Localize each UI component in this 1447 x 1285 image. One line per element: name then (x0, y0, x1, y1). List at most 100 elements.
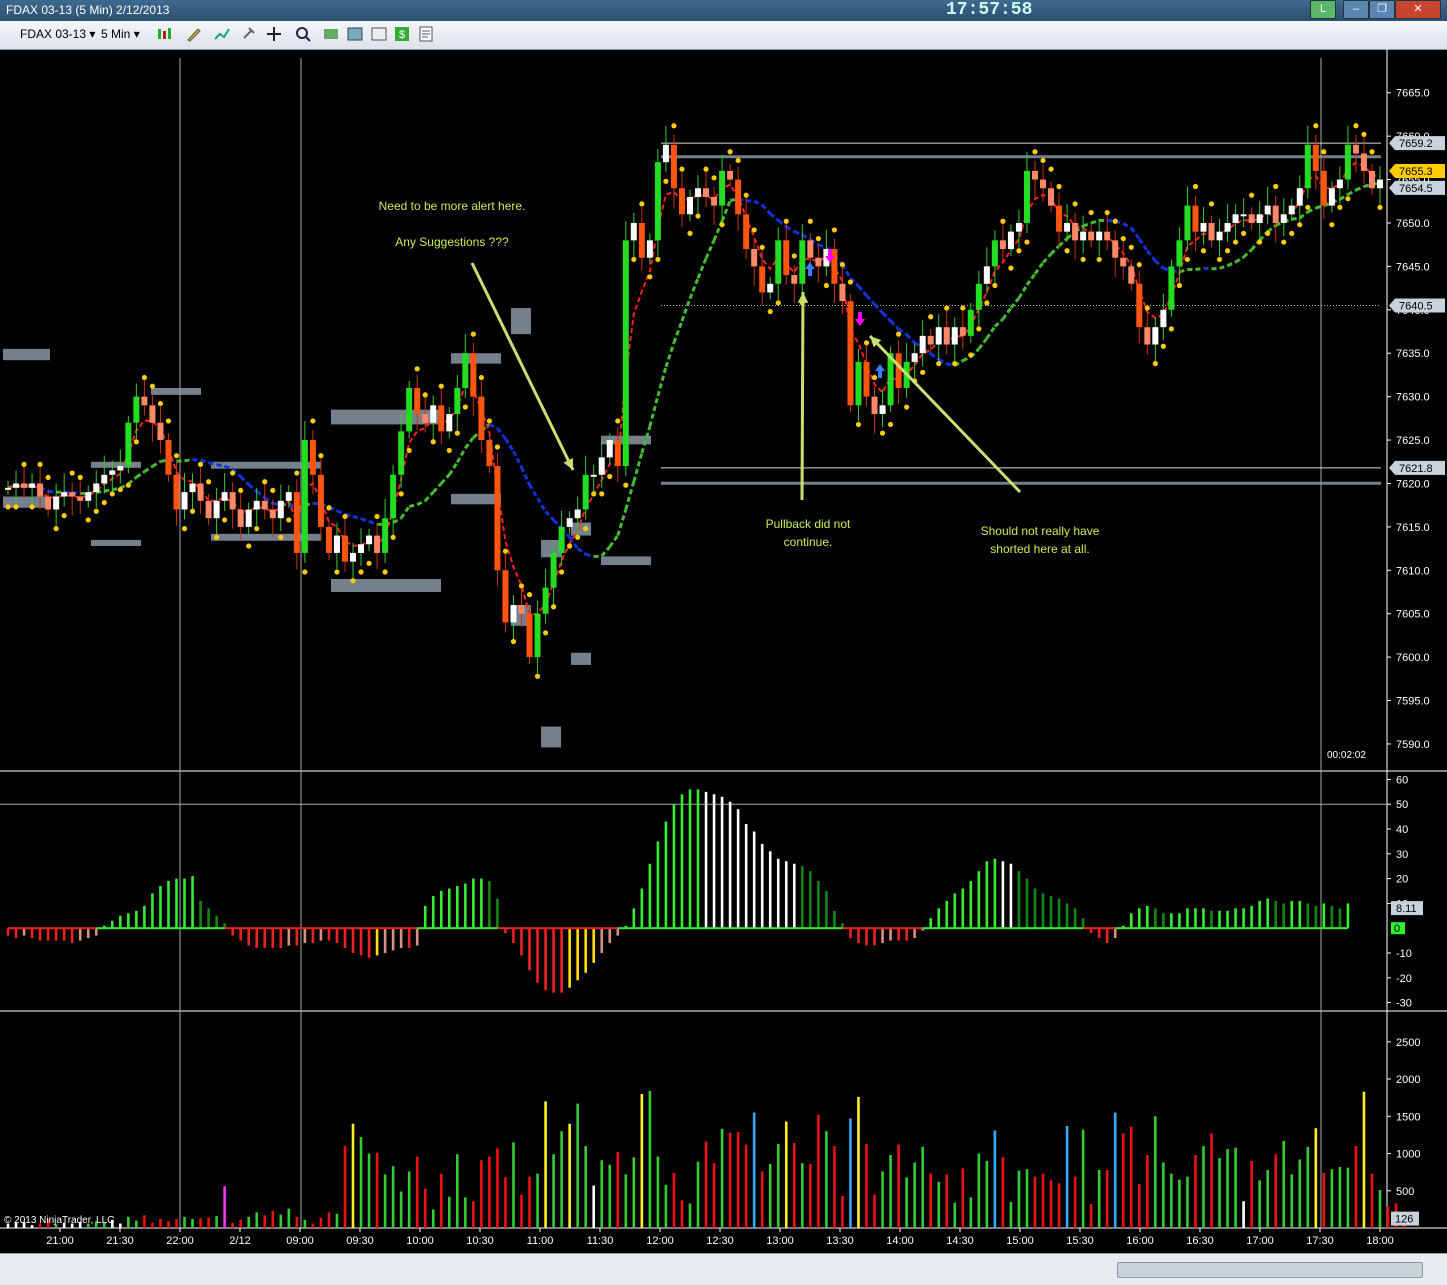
momentum-bar (1130, 913, 1133, 928)
volume-bar (729, 1133, 732, 1228)
signal-arrow-icon (855, 312, 865, 326)
slow-ma-segment (578, 549, 586, 555)
volume-bar (1146, 1155, 1149, 1228)
sr-zone (3, 349, 50, 360)
strategy-icon[interactable] (323, 26, 339, 42)
momentum-tick-label: 30 (1396, 849, 1408, 861)
momentum-bar (1002, 861, 1005, 928)
draw-tool-icon[interactable] (186, 26, 202, 42)
momentum-bar (608, 928, 611, 943)
zoom-icon[interactable] (295, 26, 311, 42)
properties-icon[interactable] (347, 26, 363, 42)
time-tick-label: 16:30 (1186, 1235, 1214, 1247)
volume-bar (1266, 1170, 1269, 1228)
candle-body (302, 440, 308, 553)
close-button[interactable]: ✕ (1395, 0, 1441, 19)
candle-body (855, 362, 861, 405)
momentum-bar (689, 789, 692, 928)
candle-body (133, 397, 139, 423)
volume-bar (1339, 1167, 1342, 1228)
horizontal-scrollbar[interactable] (0, 1253, 1447, 1285)
momentum-bar (7, 928, 10, 935)
interval-selector[interactable]: 5 Min ▾ (101, 27, 140, 41)
price-tick-label: 7630.0 (1396, 392, 1430, 404)
volume-bar (432, 1209, 435, 1228)
volume-bar (520, 1194, 523, 1228)
volume-bar (207, 1218, 210, 1228)
crosshair-icon[interactable] (266, 26, 282, 42)
volume-bar (873, 1194, 876, 1228)
momentum-bar (448, 889, 451, 929)
chart-canvas[interactable]: 7590.07595.07600.07605.07610.07615.07620… (0, 49, 1447, 1253)
chart-toolbar: FDAX 03-13 ▾ 5 Min ▾ $ (0, 21, 1447, 50)
stop-dot (350, 578, 355, 583)
stop-dot (190, 509, 195, 514)
price-tick-label: 7625.0 (1396, 435, 1430, 447)
sr-zone (571, 653, 591, 665)
price-tick-label: 7615.0 (1396, 522, 1430, 534)
slow-ma-segment (538, 498, 546, 511)
stop-dot (872, 375, 877, 380)
volume-bar (1162, 1162, 1165, 1228)
volume-bar (1130, 1127, 1133, 1228)
stop-dot (888, 422, 893, 427)
stop-dot (952, 361, 957, 366)
momentum-bar (1218, 911, 1221, 928)
window-title: FDAX 03-13 (5 Min) 2/12/2013 (6, 3, 169, 17)
sr-zone (91, 462, 141, 468)
momentum-bar (392, 928, 395, 950)
money-icon[interactable]: $ (394, 26, 410, 42)
momentum-bar (673, 804, 676, 928)
volume-value-label: 126 (1395, 1214, 1413, 1226)
data-box-icon[interactable] (371, 26, 387, 42)
indicator-icon[interactable] (214, 26, 230, 42)
momentum-bar (705, 792, 708, 928)
stop-dot (551, 604, 556, 609)
candle-body (751, 249, 757, 266)
slow-ma-segment (144, 466, 152, 471)
volume-bar (1122, 1133, 1125, 1228)
stop-dot (1233, 239, 1238, 244)
scrollbar-thumb[interactable] (1117, 1262, 1423, 1278)
momentum-bar (1138, 908, 1141, 928)
stop-dot (439, 384, 444, 389)
link-button[interactable]: L (1310, 0, 1336, 19)
minimize-button[interactable]: – (1343, 0, 1369, 19)
stop-dot (567, 543, 572, 548)
stop-dot (615, 418, 620, 423)
momentum-bar (769, 851, 772, 928)
stop-dot (46, 475, 51, 480)
slow-ma-segment (594, 556, 602, 557)
momentum-bar (978, 871, 981, 928)
momentum-bar (328, 928, 331, 940)
candle-body (214, 501, 220, 518)
stop-dot (1177, 283, 1182, 288)
candle-body (1136, 284, 1142, 327)
slow-ma-segment (1139, 239, 1147, 251)
volume-bar (424, 1189, 427, 1228)
momentum-bar (745, 824, 748, 928)
volume-bar (1114, 1113, 1117, 1228)
slow-ma-segment (634, 453, 642, 482)
volume-bar (1234, 1148, 1237, 1228)
bar-type-icon[interactable] (156, 26, 172, 42)
candle-body (430, 405, 436, 422)
momentum-bar (1058, 898, 1061, 928)
price-tick-label: 7590.0 (1396, 739, 1430, 751)
slow-ma-segment (185, 460, 193, 461)
candle-body (992, 240, 998, 266)
pin-icon[interactable] (240, 26, 256, 42)
slow-ma-segment (762, 205, 770, 214)
notes-icon[interactable] (418, 26, 434, 42)
volume-bar (544, 1101, 547, 1228)
momentum-bar (1114, 928, 1117, 938)
volume-bar (745, 1145, 748, 1228)
volume-bar (649, 1091, 652, 1228)
instrument-selector[interactable]: FDAX 03-13 ▾ (20, 27, 95, 41)
candle-body (206, 501, 212, 518)
candle-body (896, 353, 902, 388)
stop-dot (719, 222, 724, 227)
slow-ma-segment (698, 258, 706, 278)
slow-ma-segment (1091, 220, 1099, 222)
maximize-button[interactable]: ❐ (1369, 0, 1395, 19)
